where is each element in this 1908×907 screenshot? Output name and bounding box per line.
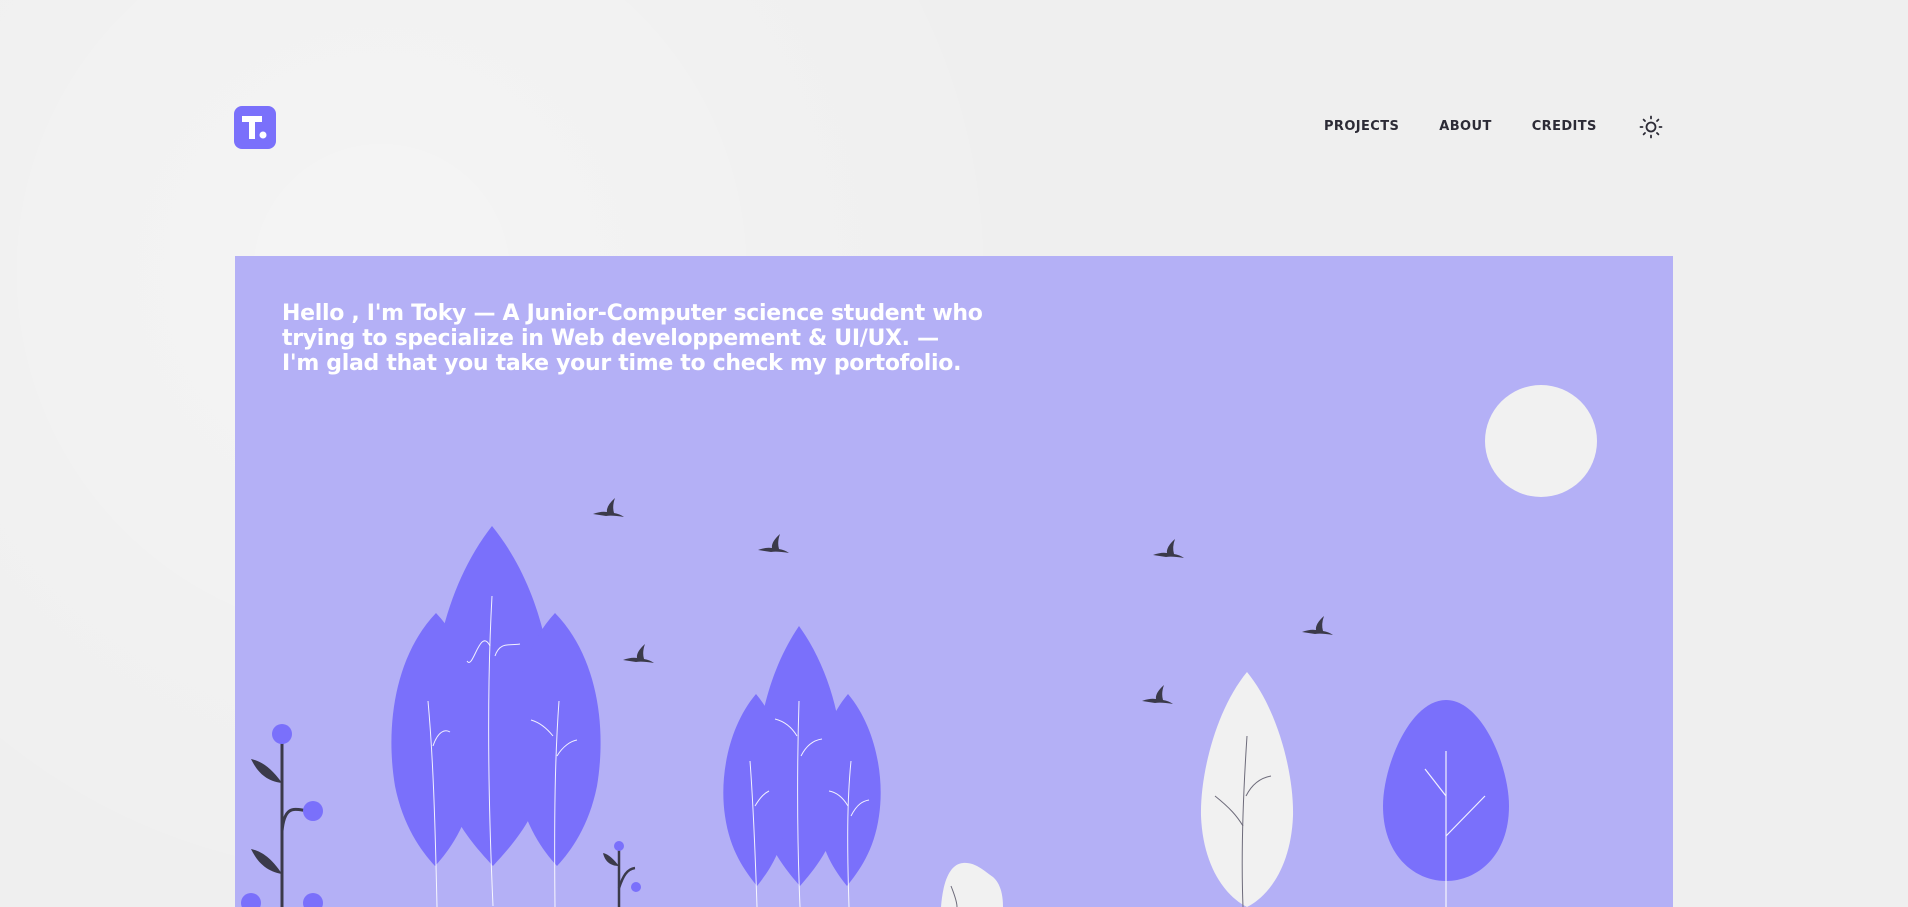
logo[interactable] bbox=[234, 106, 276, 149]
bird-icon bbox=[1142, 685, 1173, 704]
tree-icon bbox=[1200, 672, 1294, 907]
hero-illustration bbox=[241, 385, 1597, 907]
hero-banner: Hello , I'm Toky — A Junior-Computer sci… bbox=[235, 256, 1673, 907]
moon-icon bbox=[1485, 385, 1597, 497]
bird-icon bbox=[1302, 616, 1333, 635]
bird-icon bbox=[593, 498, 624, 517]
bird-icon bbox=[758, 534, 789, 553]
nav-link-about[interactable]: ABOUT bbox=[1439, 117, 1491, 137]
plant-icon bbox=[241, 724, 323, 907]
tree-icon bbox=[391, 526, 601, 907]
plant-icon bbox=[603, 841, 641, 907]
bird-icon bbox=[1153, 539, 1184, 558]
tree-icon bbox=[723, 626, 881, 907]
sun-icon bbox=[1639, 115, 1663, 139]
tree-icon bbox=[1383, 700, 1509, 907]
rock-icon bbox=[941, 862, 1003, 907]
portfolio-page: PROJECTS ABOUT CREDITS Hello , I'm Toky … bbox=[0, 0, 1908, 907]
theme-toggle-button[interactable] bbox=[1639, 115, 1663, 139]
nav-link-projects[interactable]: PROJECTS bbox=[1324, 117, 1399, 137]
nav-link-credits[interactable]: CREDITS bbox=[1532, 117, 1597, 137]
main-nav: PROJECTS ABOUT CREDITS bbox=[1324, 117, 1597, 137]
bird-icon bbox=[623, 644, 654, 663]
t-letter-logo-icon bbox=[242, 116, 267, 139]
